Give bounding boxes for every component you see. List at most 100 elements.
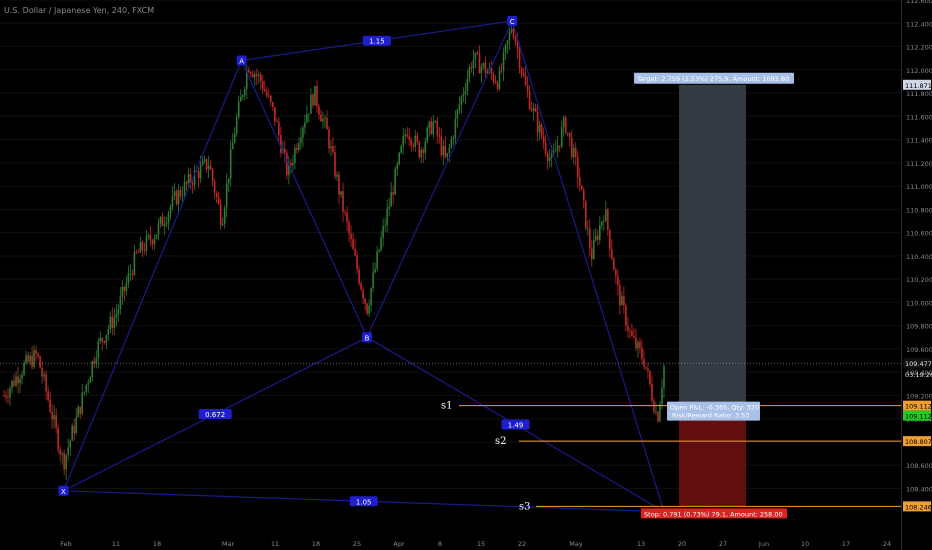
candle-body xyxy=(601,221,603,226)
candle-body xyxy=(592,239,595,259)
candle-body xyxy=(635,337,637,349)
candle-body xyxy=(159,216,162,224)
candle-body xyxy=(607,209,609,230)
candle-body xyxy=(498,70,501,89)
candle-body xyxy=(596,235,599,240)
price-tick-label: 112.200 xyxy=(906,44,932,52)
candle-body xyxy=(599,225,601,240)
candle-body xyxy=(169,206,172,214)
candle-body xyxy=(344,211,346,213)
candle-body xyxy=(165,222,168,225)
candle-body xyxy=(350,233,352,240)
time-tick-label: 13 xyxy=(637,540,645,548)
chart-canvas[interactable]: 1.15 0.672 1.49 1.05 X A B C s1 s2 s3 112.600 112.… xyxy=(0,0,932,550)
candle-body xyxy=(380,237,382,250)
candle-body xyxy=(272,102,274,107)
candle-body xyxy=(205,159,208,170)
candle-body xyxy=(464,90,467,95)
candle-body xyxy=(615,270,617,276)
candle-body xyxy=(290,163,292,166)
candle-body xyxy=(215,192,218,197)
candle-body xyxy=(655,411,657,413)
candle-body xyxy=(97,341,100,359)
candle-body xyxy=(71,426,74,441)
candle-body xyxy=(609,229,611,249)
time-tick-label: May xyxy=(569,540,583,548)
price-tick-label: 112.000 xyxy=(906,67,932,75)
candle-body xyxy=(645,366,647,369)
candle-body xyxy=(398,152,400,165)
price-axis[interactable]: 112.600 112.400 112.200 112.000 111.800 111.6… xyxy=(901,0,932,550)
candle-body xyxy=(167,213,170,223)
candle-body xyxy=(117,309,120,315)
candle-body xyxy=(270,95,272,103)
price-tick-label: 111.200 xyxy=(906,160,932,168)
candle-body xyxy=(33,350,35,367)
candle-body xyxy=(89,377,92,383)
candle-body xyxy=(400,146,403,153)
candle-body xyxy=(151,240,154,245)
candle-body xyxy=(302,127,304,138)
candlestick-chart[interactable]: 1.150.6721.491.05XABC s1s2s3 112.600112.… xyxy=(0,0,932,550)
candle-body xyxy=(75,416,78,434)
candle-body xyxy=(7,397,9,399)
candle-body xyxy=(334,152,336,177)
price-tick-label: 110.600 xyxy=(906,230,932,238)
candle-body xyxy=(384,225,386,226)
candle-body xyxy=(468,67,471,79)
price-tick-label: 112.600 xyxy=(906,0,932,5)
candle-body xyxy=(508,31,511,41)
symbol-title: U.S. Dollar / Japanese Yen, 240, FXCM xyxy=(4,6,154,15)
candle-body xyxy=(661,388,663,404)
open-pl-label: Open P&L: -0.365, Qty: 320 xyxy=(670,404,759,412)
candle-body xyxy=(15,376,17,386)
candle-body xyxy=(127,273,130,284)
candle-body xyxy=(312,94,314,106)
candle-body xyxy=(85,384,88,392)
candle-body xyxy=(119,296,122,310)
candle-body xyxy=(181,195,184,197)
candle-body xyxy=(292,162,294,166)
candle-body xyxy=(424,141,427,153)
candle-body xyxy=(161,216,164,226)
candle-body xyxy=(603,221,605,222)
candle-body xyxy=(520,68,523,74)
candle-body xyxy=(147,235,150,237)
candle-body xyxy=(137,252,140,253)
time-tick-label: 17 xyxy=(842,540,850,548)
candle-body xyxy=(41,367,43,377)
candle-body xyxy=(217,196,220,205)
candle-body xyxy=(659,403,661,422)
current-price-tag-text: 109.477 xyxy=(905,360,932,368)
candle-body xyxy=(629,330,631,332)
candle-body xyxy=(241,95,244,97)
candle-body xyxy=(590,248,593,259)
candle-body xyxy=(179,190,182,197)
candle-body xyxy=(263,89,266,92)
target-zone xyxy=(679,84,746,406)
price-tick-label: 111.800 xyxy=(906,90,932,98)
candle-body xyxy=(368,305,370,314)
candle-body xyxy=(39,356,41,368)
candle-body xyxy=(320,114,322,122)
candle-body xyxy=(171,195,174,207)
pattern-point-label: C xyxy=(510,18,515,26)
candle-body xyxy=(49,399,51,412)
candle-body xyxy=(605,209,607,222)
price-tick-label: 111.000 xyxy=(906,183,932,191)
level-name-s2: s2 xyxy=(495,436,507,447)
time-tick-label: Apr xyxy=(393,540,405,548)
candle-body xyxy=(157,223,160,235)
candle-body xyxy=(621,296,623,306)
candle-body xyxy=(255,74,258,77)
candle-body xyxy=(404,134,407,137)
ratio-label: 1.49 xyxy=(508,422,524,430)
price-tick-label: 110.400 xyxy=(906,253,932,261)
candle-body xyxy=(556,145,559,151)
time-tick-label: 22 xyxy=(518,540,526,548)
candle-body xyxy=(221,224,224,226)
candle-body xyxy=(480,66,483,74)
time-tick-label: 11 xyxy=(112,540,120,548)
candle-body xyxy=(631,330,633,336)
candle-body xyxy=(456,110,459,119)
